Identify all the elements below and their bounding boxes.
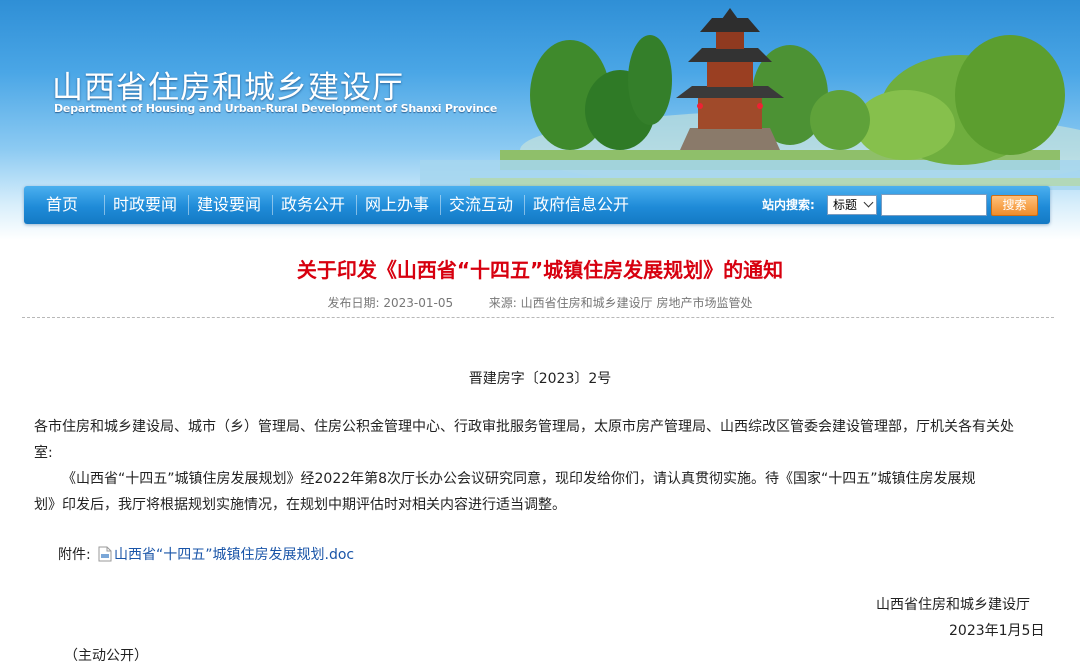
publish-date-label: 发布日期: xyxy=(327,296,380,310)
source-label: 来源: xyxy=(488,296,517,310)
search-label: 站内搜索: xyxy=(762,198,815,212)
nav-item-government-affairs[interactable]: 政务公开 xyxy=(281,186,345,224)
search-input[interactable] xyxy=(881,194,987,216)
nav-divider xyxy=(272,195,273,215)
main-nav-bar: 首页 时政要闻 建设要闻 政务公开 网上办事 交流互动 政府信息公开 站内搜索:… xyxy=(24,186,1050,224)
signature-date: 2023年1月5日 xyxy=(949,623,1045,639)
body-paragraph-line-1: 《山西省“十四五”城镇住房发展规划》经2022年第8次厅长办公会议研究同意，现印… xyxy=(62,471,976,487)
nav-item-home[interactable]: 首页 xyxy=(46,186,78,224)
nav-divider xyxy=(188,195,189,215)
attachment-label: 附件: xyxy=(58,547,91,563)
nav-divider xyxy=(524,195,525,215)
doc-file-icon xyxy=(98,546,112,562)
article-meta: 发布日期: 2023-01-05 来源: 山西省住房和城乡建设厅 房地产市场监管… xyxy=(0,294,1080,311)
recipients-line-2: 室: xyxy=(34,445,53,461)
title-divider xyxy=(22,317,1054,318)
search-field-select[interactable]: 标题 xyxy=(827,195,877,215)
nav-divider xyxy=(440,195,441,215)
recipients-line-1: 各市住房和城乡建设局、城市（乡）管理局、住房公积金管理中心、行政审批服务管理局，… xyxy=(34,419,1014,435)
attachment-filename: 山西省“十四五”城镇住房发展规划.doc xyxy=(114,547,355,563)
site-title: 山西省住房和城乡建设厅 xyxy=(52,70,404,106)
disclosure-note: （主动公开） xyxy=(64,648,148,664)
article-title: 关于印发《山西省“十四五”城镇住房发展规划》的通知 xyxy=(296,258,784,282)
source-value: 山西省住房和城乡建设厅 房地产市场监管处 xyxy=(520,296,753,310)
nav-item-construction-news[interactable]: 建设要闻 xyxy=(197,186,261,224)
body-paragraph-line-2: 划》印发后，我厅将根据规划实施情况，在规划中期评估时对相关内容进行适当调整。 xyxy=(34,497,566,513)
nav-divider xyxy=(104,195,105,215)
nav-item-online-services[interactable]: 网上办事 xyxy=(365,186,429,224)
chevron-down-icon xyxy=(863,197,874,208)
nav-divider xyxy=(356,195,357,215)
attachment-link[interactable]: 山西省“十四五”城镇住房发展规划.doc xyxy=(98,544,354,564)
document-number: 晋建房字〔2023〕2号 xyxy=(468,371,612,387)
search-button[interactable]: 搜索 xyxy=(991,195,1038,216)
search-select-value: 标题 xyxy=(833,198,858,212)
signature-organization: 山西省住房和城乡建设厅 xyxy=(876,597,1030,613)
nav-item-interaction[interactable]: 交流互动 xyxy=(449,186,513,224)
site-subtitle: Department of Housing and Urban-Rural De… xyxy=(54,102,498,115)
nav-item-political-news[interactable]: 时政要闻 xyxy=(113,186,177,224)
publish-date: 2023-01-05 xyxy=(383,296,454,310)
nav-item-information-disclosure[interactable]: 政府信息公开 xyxy=(533,186,629,224)
